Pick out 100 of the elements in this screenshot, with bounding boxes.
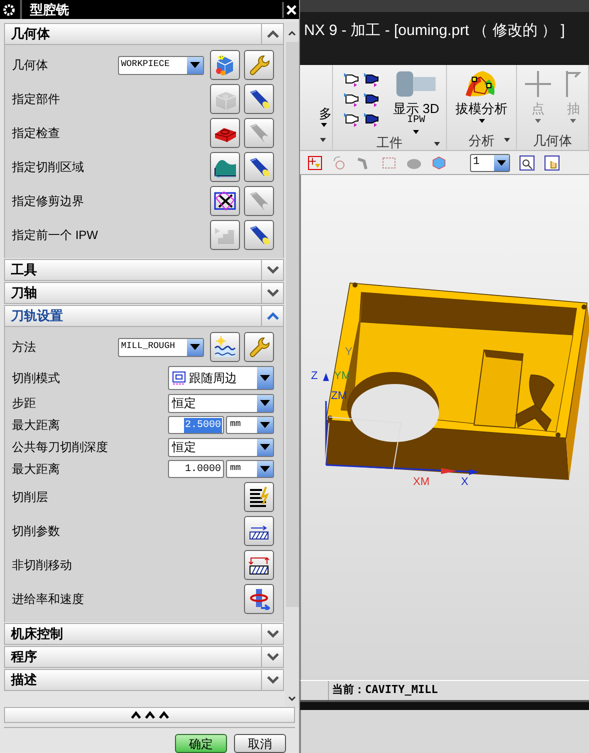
zoom-fit-icon[interactable]	[519, 154, 535, 170]
spindle-icon	[248, 588, 270, 610]
caret-icon[interactable]	[478, 119, 484, 123]
field-label: 切削参数	[11, 523, 61, 540]
group-label: 分析	[468, 134, 494, 146]
section-title: 描述	[10, 671, 38, 690]
caret-icon[interactable]	[413, 130, 420, 134]
field-label: 切削层	[11, 489, 49, 506]
window-title: NX 9 - 加工 - [ouming.prt （ 修改的 ） ]	[304, 22, 565, 39]
expand-icon[interactable]	[266, 653, 278, 661]
field-label: 切削模式	[11, 370, 61, 387]
tool-button[interactable]	[210, 186, 240, 216]
surface-map-icon	[465, 70, 498, 98]
expand-icon[interactable]	[266, 630, 278, 638]
field-label: 最大距离	[11, 461, 61, 478]
tool-button[interactable]	[244, 220, 274, 250]
scroll-thumb[interactable]	[286, 42, 298, 607]
close-icon[interactable]	[282, 2, 298, 18]
section-title: 刀轴	[10, 284, 38, 302]
tool-button[interactable]	[244, 152, 274, 182]
field-label: 非切削移动	[11, 557, 73, 574]
section-header[interactable]: 刀轴	[4, 282, 284, 304]
number-field[interactable]: 1.0000	[168, 460, 224, 478]
caret-icon[interactable]	[321, 123, 327, 127]
number-field[interactable]: 2.5000	[168, 416, 224, 434]
field-label: 几何体	[11, 57, 49, 74]
dropdown[interactable]: 跟随周边	[168, 366, 274, 390]
extract-icon	[565, 70, 582, 98]
axis-label: X	[461, 477, 468, 488]
axis-label: Y	[345, 347, 352, 358]
plus-icon	[524, 70, 552, 98]
group-menu-icon[interactable]	[320, 138, 326, 142]
expand-icon[interactable]	[266, 676, 278, 684]
collapse-icon[interactable]	[266, 312, 278, 320]
group-label: 工件	[376, 136, 402, 148]
field-label: 步距	[11, 395, 37, 412]
pan-icon[interactable]	[544, 154, 560, 170]
field-label: 指定切削区域	[11, 159, 85, 176]
more-options-bar[interactable]	[4, 707, 295, 723]
axis-label: Z	[311, 371, 318, 382]
section-header[interactable]: 刀轨设置	[4, 305, 284, 327]
dropdown[interactable]: 恒定	[168, 438, 274, 456]
scrollbar[interactable]	[285, 22, 299, 708]
lines-icon	[248, 486, 270, 508]
tool-button[interactable]	[244, 516, 274, 546]
field-label: 指定修剪边界	[11, 193, 85, 210]
collapse-icon[interactable]	[266, 30, 278, 38]
tool-button[interactable]	[210, 152, 240, 182]
tool-button[interactable]	[210, 332, 240, 362]
tool-button[interactable]	[244, 482, 274, 512]
dropdown[interactable]: 恒定	[168, 394, 274, 412]
cube-icon	[214, 54, 236, 76]
unit-dropdown[interactable]: mm	[226, 416, 274, 434]
section-title: 工具	[10, 261, 38, 280]
field-label: 进给率和速度	[11, 591, 85, 608]
field-label: 指定部件	[11, 91, 61, 108]
dialog-button[interactable]: 取消	[234, 734, 286, 753]
flashlight-icon	[248, 190, 270, 212]
group-label: 几何体	[533, 134, 572, 146]
flashlight-icon	[248, 224, 270, 246]
expand-icon[interactable]	[266, 266, 278, 274]
snap-icon[interactable]	[308, 156, 322, 170]
chevrons-up-icon[interactable]	[130, 711, 170, 720]
scroll-up-icon[interactable]	[288, 30, 296, 36]
cube-icon[interactable]	[431, 154, 447, 170]
field-label: 方法	[11, 339, 37, 356]
scroll-down-icon[interactable]	[288, 696, 296, 702]
flashlight-icon	[248, 88, 270, 110]
boundary-icon	[214, 190, 236, 212]
dialog-button[interactable]: 确定	[175, 734, 227, 753]
wrench-icon	[248, 54, 270, 76]
section-header[interactable]: 程序	[4, 646, 284, 668]
layer-dropdown[interactable]: 1	[470, 154, 510, 172]
dialog-title: 型腔铣	[30, 0, 69, 19]
axis-label: ZM	[331, 391, 347, 402]
section-header[interactable]: 描述	[4, 669, 284, 691]
section-header[interactable]: 几何体	[4, 23, 284, 45]
group-menu-icon[interactable]	[434, 142, 440, 146]
section-title: 机床控制	[10, 625, 64, 644]
dropdown[interactable]: WORKPIECE	[118, 56, 204, 74]
section-title: 几何体	[10, 25, 51, 44]
section-header[interactable]: 工具	[4, 259, 284, 281]
cutter-icon	[395, 70, 438, 98]
unit-dropdown[interactable]: mm	[226, 460, 274, 478]
ribbon-button[interactable]: 显示 3D IPW	[393, 69, 440, 134]
status-text: 当前：CAVITY_MILL	[331, 682, 438, 698]
ribbon-button[interactable]: 拔模分析	[456, 69, 508, 123]
section-header[interactable]: 机床控制	[4, 623, 284, 645]
expand-icon[interactable]	[266, 289, 278, 297]
tool-button[interactable]	[244, 550, 274, 580]
section-title: 刀轨设置	[10, 307, 64, 326]
wrench-icon	[248, 336, 270, 358]
dropdown[interactable]: MILL_ROUGH	[118, 338, 204, 356]
water-icon	[214, 336, 236, 358]
group-menu-icon[interactable]	[504, 138, 510, 142]
settings-icon[interactable]	[2, 2, 16, 16]
tool-button[interactable]	[244, 84, 274, 114]
tool-button[interactable]	[210, 118, 240, 148]
section-title: 程序	[10, 648, 38, 666]
ribbon-button[interactable]: 多	[304, 69, 332, 127]
